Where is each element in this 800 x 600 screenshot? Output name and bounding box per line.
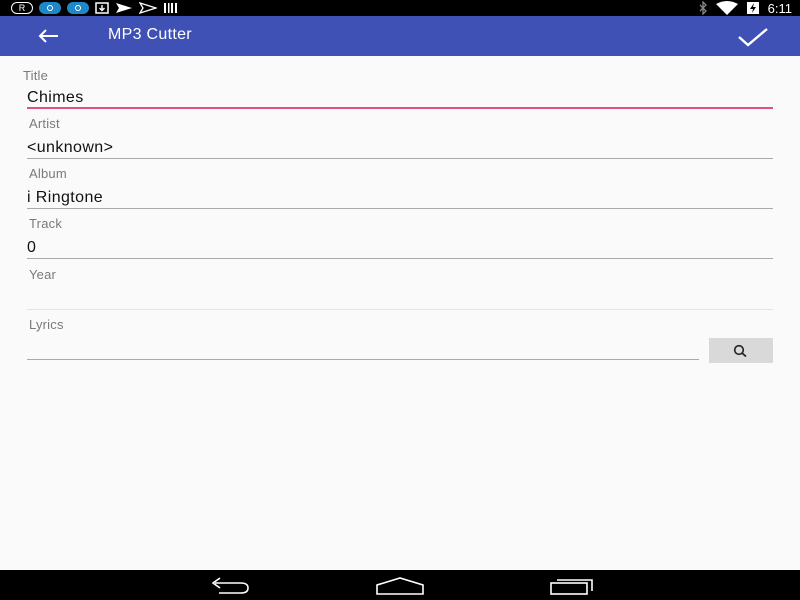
artist-underline <box>27 158 773 159</box>
notification-icons: R <box>11 1 179 15</box>
app-bar: MP3 Cutter <box>0 16 800 56</box>
search-icon <box>733 344 747 358</box>
title-label: Title <box>23 68 49 83</box>
back-nav-icon[interactable] <box>205 575 253 595</box>
year-label: Year <box>29 267 57 282</box>
check-icon[interactable] <box>736 26 770 48</box>
clock: 6:11 <box>767 0 792 16</box>
track-input[interactable] <box>27 237 773 259</box>
title-input[interactable] <box>27 87 773 109</box>
download-icon <box>95 2 109 14</box>
album-underline <box>27 208 773 209</box>
status-bar: R 6:11 <box>0 0 800 16</box>
artist-label: Artist <box>29 116 60 131</box>
lyrics-input[interactable] <box>27 337 699 359</box>
lyrics-underline <box>27 359 699 360</box>
track-underline <box>27 258 773 259</box>
track-label: Track <box>29 216 63 231</box>
send-icon <box>116 3 132 13</box>
artist-input[interactable] <box>27 137 773 159</box>
year-input[interactable] <box>27 287 773 309</box>
title-underline <box>27 107 773 109</box>
year-underline <box>27 309 773 310</box>
album-label: Album <box>29 166 67 181</box>
battery-charging-icon <box>746 2 759 14</box>
drop-notification-icon <box>39 2 61 14</box>
navigation-bar <box>0 570 800 600</box>
system-icons: 6:11 <box>698 0 792 16</box>
lyrics-label: Lyrics <box>29 317 64 332</box>
barcode-icon <box>164 3 177 13</box>
send-icon <box>139 2 157 14</box>
album-input[interactable] <box>27 187 773 209</box>
registered-icon: R <box>11 2 33 14</box>
lyrics-search-button[interactable] <box>709 338 773 363</box>
back-arrow-icon[interactable] <box>34 26 64 46</box>
app-title: MP3 Cutter <box>108 26 192 43</box>
drop-notification-icon <box>67 2 89 14</box>
home-nav-icon[interactable] <box>374 575 426 595</box>
wifi-icon <box>715 1 738 15</box>
recents-nav-icon[interactable] <box>548 575 596 595</box>
bluetooth-icon <box>699 1 707 15</box>
